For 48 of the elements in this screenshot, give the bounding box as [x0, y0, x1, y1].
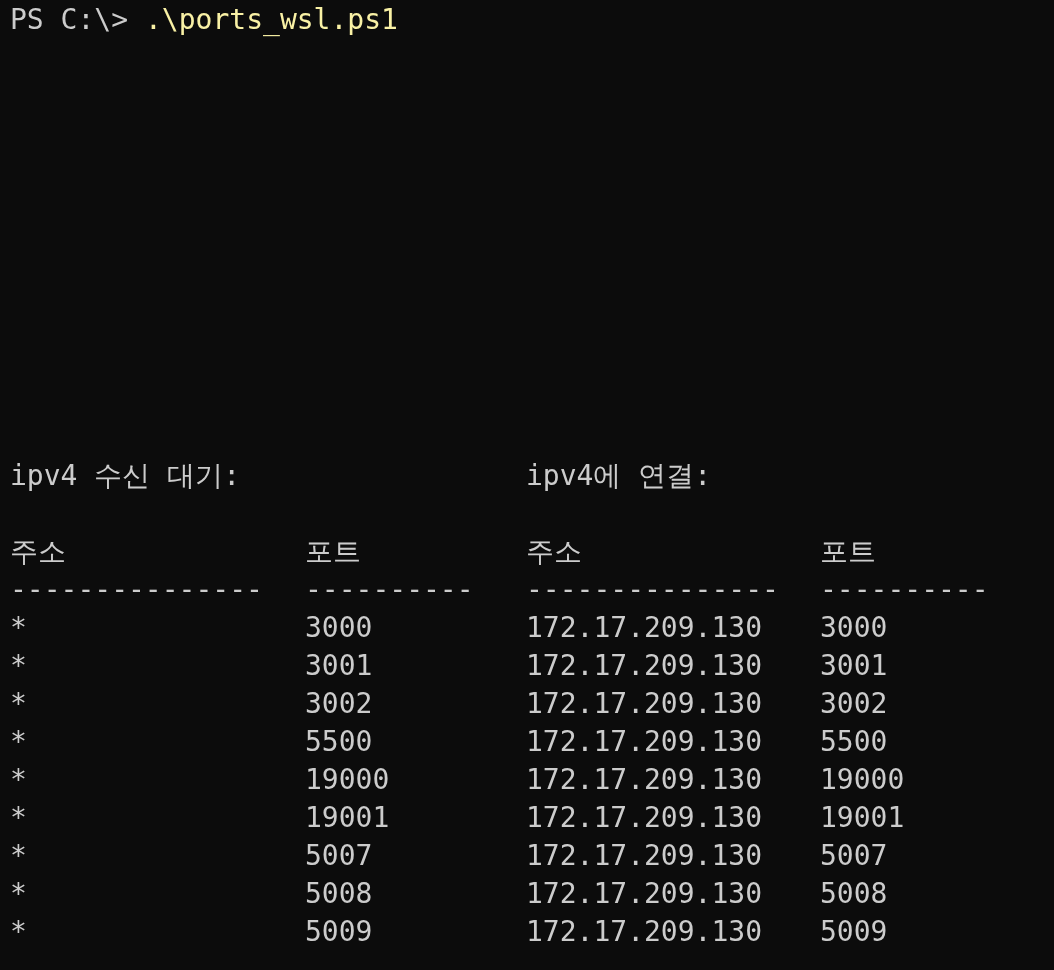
header-underline: ---------- [820, 572, 989, 608]
table-cell-text: 172.17.209.130 [526, 838, 762, 874]
table-cell-text: 172.17.209.130 [526, 686, 762, 722]
header-underline: ---------- [305, 572, 474, 608]
table-cell-text: * [10, 724, 27, 760]
table-cell-text: 5009 [820, 914, 888, 950]
column-header: 주소 [526, 534, 582, 570]
table-cell-text: 3002 [305, 686, 373, 722]
table-cell-text: 5007 [305, 838, 373, 874]
table-cell-text: 172.17.209.130 [526, 610, 762, 646]
table-cell-text: 5008 [305, 876, 373, 912]
table-cell-text: 5008 [820, 876, 888, 912]
section-title: ipv4 수신 대기: [10, 458, 240, 494]
table-cell-text: 5500 [820, 724, 888, 760]
table-cell-text: 172.17.209.130 [526, 762, 762, 798]
table-cell-text: 172.17.209.130 [526, 724, 762, 760]
table-cell-text: 5009 [305, 914, 373, 950]
command-text: .\ports_wsl.ps1 [145, 2, 398, 38]
table-cell-text: 3000 [820, 610, 888, 646]
table-cell-text: 172.17.209.130 [526, 876, 762, 912]
table-cell-text: * [10, 876, 27, 912]
table-cell-text: 19001 [820, 800, 905, 836]
table-cell-text: 19000 [820, 762, 905, 798]
table-cell-text: 172.17.209.130 [526, 648, 762, 684]
table-cell-text: * [10, 610, 27, 646]
column-header: 포트 [305, 534, 361, 570]
table-cell-text: 19000 [305, 762, 390, 798]
table-cell-text: 3001 [820, 648, 888, 684]
column-header: 포트 [820, 534, 876, 570]
table-cell-text: * [10, 648, 27, 684]
table-cell-text: 172.17.209.130 [526, 800, 762, 836]
shell-prompt: PS C:\> [10, 2, 128, 38]
table-cell-text: * [10, 800, 27, 836]
table-cell-text: * [10, 686, 27, 722]
header-underline: --------------- [526, 572, 779, 608]
table-cell-text: 3000 [305, 610, 373, 646]
column-header: 주소 [10, 534, 66, 570]
table-cell-text: * [10, 914, 27, 950]
table-cell-text: 3002 [820, 686, 888, 722]
table-cell-text: 5500 [305, 724, 373, 760]
table-cell-text: 19001 [305, 800, 390, 836]
section-title: ipv4에 연결: [526, 458, 712, 494]
table-cell-text: 3001 [305, 648, 373, 684]
table-cell-text: * [10, 762, 27, 798]
table-cell-text: * [10, 838, 27, 874]
header-underline: --------------- [10, 572, 263, 608]
table-cell-text: 5007 [820, 838, 888, 874]
table-cell-text: 172.17.209.130 [526, 914, 762, 950]
